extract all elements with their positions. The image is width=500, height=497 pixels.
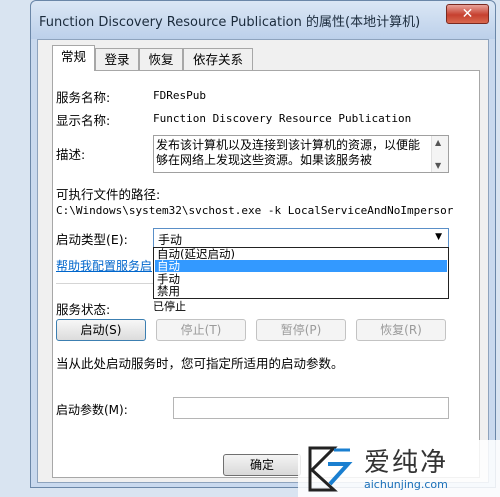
service-status-value: 已停止 <box>153 300 186 313</box>
display-name-value: Function Discovery Resource Publication <box>153 112 412 125</box>
close-button[interactable]: ✕ <box>446 4 489 24</box>
stop-button[interactable]: 停止(T) <box>156 319 246 341</box>
watermark-url: aichunjing.com <box>364 478 448 491</box>
service-status-label: 服务状态: <box>56 302 111 317</box>
watermark: 爱纯净 aichunjing.com <box>298 440 500 497</box>
start-button[interactable]: 启动(S) <box>56 319 146 341</box>
exe-path-value: C:\Windows\system32\svchost.exe -k Local… <box>56 204 454 217</box>
start-params-label: 启动参数(M): <box>56 403 128 417</box>
dialog-client: 常规 登录 恢复 依存关系 服务名称: FDResPub 显示名称: Funct… <box>37 39 489 483</box>
start-params-hint: 当从此处启动服务时，您可指定所适用的启动参数。 <box>56 356 344 371</box>
scroll-up-icon[interactable]: ▲ <box>435 138 441 147</box>
tab-dependencies[interactable]: 依存关系 <box>183 48 253 70</box>
display-name-label: 显示名称: <box>56 113 111 128</box>
tab-recovery[interactable]: 恢复 <box>139 48 183 70</box>
watermark-brand: 爱纯净 <box>364 448 449 478</box>
option-manual[interactable]: 手动 <box>155 273 447 285</box>
service-name-label: 服务名称: <box>56 90 111 105</box>
general-panel: 服务名称: FDResPub 显示名称: Function Discovery … <box>52 70 480 478</box>
pause-button[interactable]: 暂停(P) <box>256 319 346 341</box>
tab-logon[interactable]: 登录 <box>95 48 139 70</box>
description-scrollbar[interactable]: ▲ ▼ <box>431 136 448 172</box>
start-params-input[interactable] <box>173 397 449 419</box>
option-auto[interactable]: 自动 <box>155 260 447 272</box>
service-name-value: FDResPub <box>153 89 206 102</box>
startup-type-select[interactable]: 手动 ▼ <box>153 228 449 248</box>
scroll-down-icon[interactable]: ▼ <box>435 161 441 170</box>
properties-dialog: Function Discovery Resource Publication … <box>30 0 496 488</box>
startup-type-value: 手动 <box>158 233 183 247</box>
description-box[interactable]: 发布该计算机以及连接到该计算机的资源，以便能够在网络上发现这些资源。如果该服务被… <box>153 135 449 173</box>
resume-button[interactable]: 恢复(R) <box>356 319 446 341</box>
tab-general[interactable]: 常规 <box>52 45 95 71</box>
description-label: 描述: <box>56 147 86 162</box>
description-text: 发布该计算机以及连接到该计算机的资源，以便能够在网络上发现这些资源。如果该服务被 <box>156 138 421 167</box>
option-auto-delayed[interactable]: 自动(延迟启动) <box>155 248 447 260</box>
exe-path-label: 可执行文件的路径: <box>56 187 161 202</box>
window-title: Function Discovery Resource Publication … <box>39 15 421 30</box>
option-disabled[interactable]: 禁用 <box>155 285 447 297</box>
help-configure-link[interactable]: 帮助我配置服务启 <box>56 257 152 274</box>
startup-type-label: 启动类型(E): <box>56 232 128 247</box>
brand-logo-icon <box>308 446 353 492</box>
startup-type-dropdown: 自动(延迟启动) 自动 手动 禁用 <box>153 247 449 299</box>
chevron-down-icon[interactable]: ▼ <box>435 232 442 242</box>
title-bar[interactable]: Function Discovery Resource Publication … <box>31 1 495 39</box>
ok-button[interactable]: 确定 <box>223 454 301 476</box>
